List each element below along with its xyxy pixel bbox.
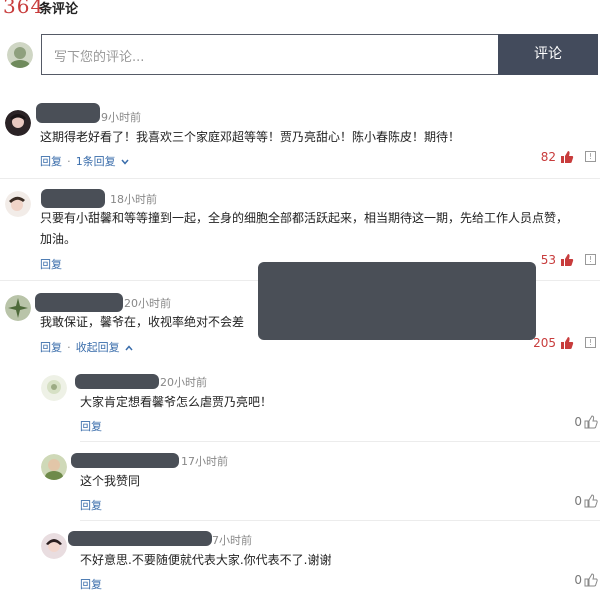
- collapse-replies-link[interactable]: 收起回复: [76, 341, 120, 354]
- action-separator: ·: [67, 155, 71, 168]
- commenter-avatar: [5, 191, 31, 217]
- reply-text: 这个我赞同: [80, 474, 141, 488]
- reply-actions: 回复: [80, 415, 102, 434]
- comment-text-line-1: 只要有小甜馨和等等撞到一起，全身的细胞全部都活跃起来，相当期待这一期，先给工作人…: [40, 211, 569, 225]
- reply-avatar: [41, 533, 67, 559]
- commenter-avatar: [5, 110, 31, 136]
- username-redacted: [36, 103, 100, 123]
- action-separator: ·: [67, 341, 71, 354]
- like-count: 0: [574, 494, 582, 508]
- reply-button[interactable]: 回复: [80, 578, 102, 591]
- comment-actions: 回复: [40, 253, 62, 272]
- reply-actions: 回复: [80, 573, 102, 592]
- thumbs-up-icon[interactable]: [584, 414, 598, 433]
- reply-button[interactable]: 回复: [40, 155, 62, 168]
- thumbs-up-icon[interactable]: [560, 335, 574, 354]
- chevron-down-icon[interactable]: [121, 155, 129, 168]
- thumbs-up-icon[interactable]: [584, 572, 598, 591]
- current-user-avatar: [7, 42, 33, 68]
- reply-text: 大家肯定想看馨爷怎么虐贾乃亮吧！: [80, 395, 273, 409]
- like-count: 0: [574, 573, 582, 587]
- comment-text: 我敢保证，馨爷在，收视率绝对不会差: [40, 315, 245, 329]
- thumbs-up-icon[interactable]: [560, 252, 574, 271]
- reply-divider: [80, 520, 600, 521]
- like-count: 82: [540, 150, 556, 164]
- reply-actions: 回复: [80, 494, 102, 513]
- comment-actions: 回复 · 1条回复: [40, 150, 129, 169]
- reply-divider: [80, 441, 600, 442]
- reply-button[interactable]: 回复: [40, 258, 62, 271]
- comment-time: 18小时前: [110, 193, 157, 206]
- comment-count-label: 条评论: [39, 2, 79, 17]
- comment-time: 20小时前: [124, 297, 171, 310]
- username-redacted: [71, 453, 179, 468]
- commenter-avatar: [5, 295, 31, 321]
- comment-time: 9小时前: [101, 111, 141, 124]
- report-icon[interactable]: !: [585, 337, 596, 348]
- like-count: 205: [533, 336, 556, 350]
- reply-time: 7小时前: [212, 534, 252, 547]
- comment-divider: [0, 178, 600, 179]
- chevron-up-icon[interactable]: [125, 341, 133, 354]
- redacted-overlay: [258, 262, 536, 340]
- report-icon[interactable]: !: [585, 151, 596, 162]
- submit-comment-button[interactable]: 评论: [498, 34, 598, 75]
- username-redacted: [68, 531, 212, 546]
- report-icon[interactable]: !: [585, 254, 596, 265]
- thumbs-up-icon[interactable]: [584, 493, 598, 512]
- like-count: 0: [574, 415, 582, 429]
- comment-text: 这期得老好看了！我喜欢三个家庭邓超等等！贾乃亮甜心！陈小春陈皮！期待！: [40, 130, 461, 144]
- username-redacted: [41, 189, 105, 208]
- view-replies-link[interactable]: 1条回复: [76, 155, 116, 168]
- reply-avatar: [41, 375, 67, 401]
- comment-actions: 回复 · 收起回复: [40, 336, 133, 355]
- reply-text: 不好意思.不要随便就代表大家.你代表不了.谢谢: [80, 553, 332, 567]
- comment-count: 364: [3, 0, 45, 18]
- username-redacted: [35, 293, 123, 312]
- comment-input[interactable]: 写下您的评论...: [41, 34, 498, 75]
- reply-avatar: [41, 454, 67, 480]
- reply-button[interactable]: 回复: [80, 499, 102, 512]
- thumbs-up-icon[interactable]: [560, 149, 574, 168]
- reply-time: 17小时前: [181, 455, 228, 468]
- reply-button[interactable]: 回复: [80, 420, 102, 433]
- comment-text-line-2: 加油。: [40, 232, 77, 246]
- reply-button[interactable]: 回复: [40, 341, 62, 354]
- username-redacted: [75, 374, 159, 389]
- reply-time: 20小时前: [160, 376, 207, 389]
